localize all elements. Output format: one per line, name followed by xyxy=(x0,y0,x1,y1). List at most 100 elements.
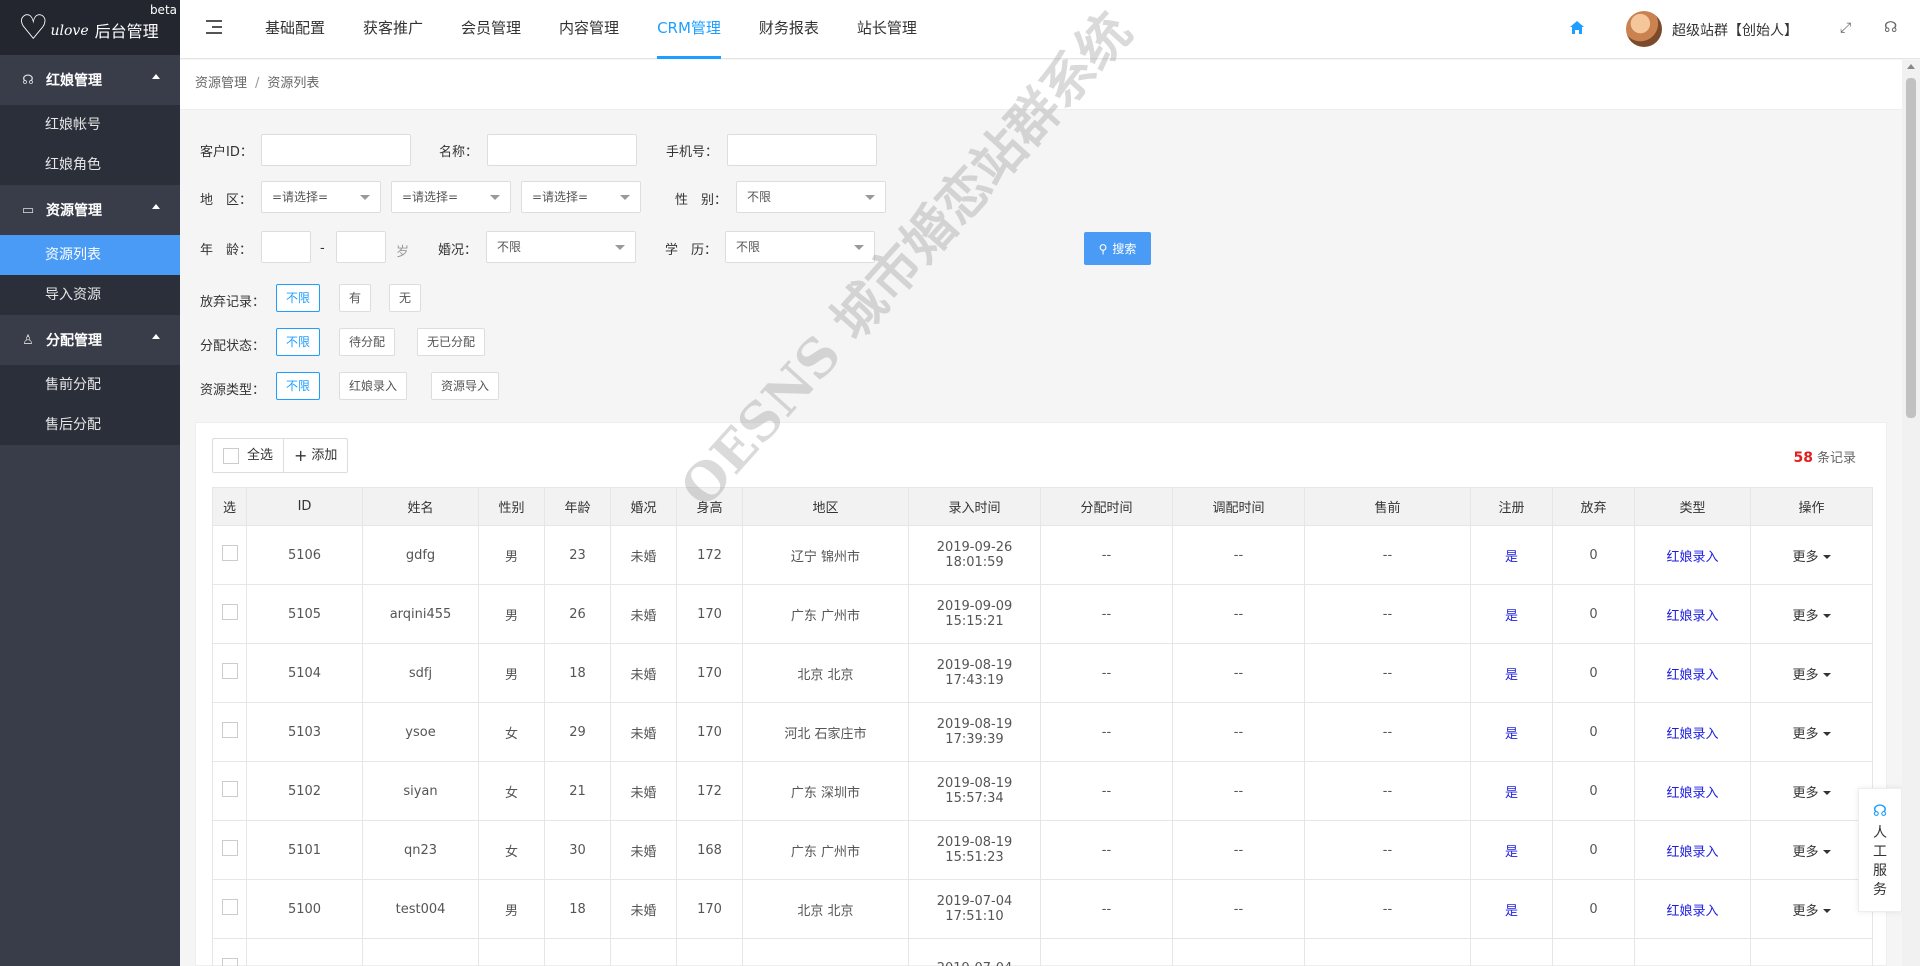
cell-actions: 更多 xyxy=(1750,702,1873,762)
search-icon: ⚲ xyxy=(1098,241,1108,256)
scroll-thumb[interactable] xyxy=(1906,78,1916,418)
row-checkbox-cell[interactable] xyxy=(212,879,247,939)
scroll-up-icon[interactable] xyxy=(1907,64,1915,69)
caret-up-icon xyxy=(152,74,160,79)
age-max-input[interactable] xyxy=(336,231,386,263)
row-checkbox[interactable] xyxy=(221,604,238,620)
cell-gender: 女 xyxy=(478,702,545,762)
search-button[interactable]: ⚲ 搜索 xyxy=(1084,232,1151,265)
fullscreen-icon[interactable]: ⤢ xyxy=(1840,20,1851,36)
cell-registered[interactable]: 是 xyxy=(1470,702,1553,762)
sidebar-item-matchmaker-roles[interactable]: 红娘角色 xyxy=(0,145,180,185)
assign-option-pending[interactable]: 待分配 xyxy=(339,328,396,356)
cell-type[interactable]: 红娘录入 xyxy=(1634,525,1751,585)
phone-input[interactable] xyxy=(727,134,877,166)
menu-toggle-icon[interactable] xyxy=(206,20,222,34)
cell-registered[interactable]: 是 xyxy=(1470,879,1553,939)
province-select[interactable]: =请选择= xyxy=(261,181,381,213)
menu-head-resources[interactable]: ▭ 资源管理 xyxy=(0,185,180,235)
home-icon[interactable] xyxy=(1568,19,1586,37)
cell-type[interactable]: 红娘录入 xyxy=(1634,879,1751,939)
abandon-option-any[interactable]: 不限 xyxy=(276,284,321,312)
cell-type[interactable]: 红娘录入 xyxy=(1634,643,1751,703)
menu-head-assignment[interactable]: ♙ 分配管理 xyxy=(0,315,180,365)
more-dropdown[interactable]: 更多 xyxy=(1792,727,1830,742)
education-select[interactable]: 不限 xyxy=(725,231,875,263)
tab-basic-config[interactable]: 基础配置 xyxy=(265,0,325,59)
page-scrollbar[interactable] xyxy=(1902,60,1920,966)
menu-head-matchmaker[interactable]: ☊ 红娘管理 xyxy=(0,55,180,105)
username[interactable]: 超级站群【创始人】 xyxy=(1672,20,1798,40)
row-checkbox[interactable] xyxy=(221,722,238,738)
tab-content[interactable]: 内容管理 xyxy=(559,0,619,59)
cell-registered[interactable]: 是 xyxy=(1470,584,1553,644)
customer-service-float[interactable]: ☊ 人 工 服 务 xyxy=(1858,788,1902,912)
tab-promotion[interactable]: 获客推广 xyxy=(363,0,423,59)
sidebar-item-aftersale-assign[interactable]: 售后分配 xyxy=(0,405,180,445)
more-dropdown[interactable]: 更多 xyxy=(1792,609,1830,624)
cell-type[interactable]: 红娘录入 xyxy=(1634,702,1751,762)
more-dropdown[interactable]: 更多 xyxy=(1792,904,1830,919)
cell-registered[interactable]: 是 xyxy=(1470,643,1553,703)
select-all-button[interactable]: 全选 xyxy=(213,439,283,472)
row-checkbox-cell[interactable] xyxy=(212,702,247,762)
more-dropdown[interactable]: 更多 xyxy=(1792,786,1830,801)
sidebar-item-matchmaker-accounts[interactable]: 红娘帐号 xyxy=(0,105,180,145)
type-option-manual[interactable]: 红娘录入 xyxy=(339,372,408,400)
gender-select[interactable]: 不限 xyxy=(736,181,886,213)
assign-option-any[interactable]: 不限 xyxy=(276,328,321,356)
assign-option-assigned[interactable]: 无已分配 xyxy=(417,328,486,356)
sidebar-item-resource-list[interactable]: 资源列表 xyxy=(0,235,180,275)
marital-select[interactable]: 不限 xyxy=(486,231,636,263)
cell-age: 29 xyxy=(544,702,611,762)
row-checkbox[interactable] xyxy=(221,663,238,679)
cell-registered[interactable]: 是 xyxy=(1470,761,1553,821)
breadcrumb-current: 资源列表 xyxy=(267,76,320,91)
type-option-any[interactable]: 不限 xyxy=(276,372,321,400)
customer-id-input[interactable] xyxy=(261,134,411,166)
more-dropdown[interactable]: 更多 xyxy=(1792,550,1830,565)
more-dropdown[interactable]: 更多 xyxy=(1792,845,1830,860)
row-checkbox-cell[interactable] xyxy=(212,820,247,880)
row-checkbox[interactable] xyxy=(221,781,238,797)
district-select[interactable]: =请选择= xyxy=(521,181,641,213)
cell-id: 5101 xyxy=(246,820,363,880)
breadcrumb-parent[interactable]: 资源管理 xyxy=(195,76,247,91)
row-checkbox-cell[interactable] xyxy=(212,643,247,703)
sidebar-item-import-resources[interactable]: 导入资源 xyxy=(0,275,180,315)
city-select[interactable]: =请选择= xyxy=(391,181,511,213)
row-checkbox-cell[interactable] xyxy=(212,761,247,821)
service-char: 服 xyxy=(1873,863,1887,879)
name-input[interactable] xyxy=(487,134,637,166)
row-checkbox[interactable] xyxy=(221,958,238,966)
cell-type[interactable]: 红娘录入 xyxy=(1634,761,1751,821)
logo[interactable]: ♡ ulove 后台管理 beta xyxy=(0,0,180,55)
entry-time: 17:51:10 xyxy=(945,909,1004,924)
tab-finance[interactable]: 财务报表 xyxy=(759,0,819,59)
cell-registered[interactable]: 是 xyxy=(1470,525,1553,585)
row-checkbox-cell[interactable] xyxy=(212,938,247,966)
cell-registered[interactable]: 是 xyxy=(1470,820,1553,880)
tab-members[interactable]: 会员管理 xyxy=(461,0,521,59)
cell-type[interactable]: 红娘录入 xyxy=(1634,820,1751,880)
cell-registered[interactable] xyxy=(1470,938,1553,966)
type-option-import[interactable]: 资源导入 xyxy=(431,372,500,400)
row-checkbox-cell[interactable] xyxy=(212,584,247,644)
row-checkbox[interactable] xyxy=(221,840,238,856)
more-dropdown[interactable]: 更多 xyxy=(1792,668,1830,683)
headset-icon[interactable]: ☊ xyxy=(1884,18,1897,36)
cell-type[interactable]: 红娘录入 xyxy=(1634,584,1751,644)
row-checkbox-cell[interactable] xyxy=(212,525,247,585)
age-min-input[interactable] xyxy=(261,231,311,263)
abandon-option-no[interactable]: 无 xyxy=(389,284,422,312)
abandon-option-yes[interactable]: 有 xyxy=(339,284,372,312)
cell-type[interactable] xyxy=(1634,938,1751,966)
row-checkbox[interactable] xyxy=(221,545,238,561)
tab-webmaster[interactable]: 站长管理 xyxy=(857,0,917,59)
cell-actions: 更多 xyxy=(1750,525,1873,585)
sidebar-item-presale-assign[interactable]: 售前分配 xyxy=(0,365,180,405)
avatar[interactable] xyxy=(1626,11,1662,47)
row-checkbox[interactable] xyxy=(221,899,238,915)
tab-crm[interactable]: CRM管理 xyxy=(657,0,721,59)
add-button[interactable]: + 添加 xyxy=(283,439,347,472)
